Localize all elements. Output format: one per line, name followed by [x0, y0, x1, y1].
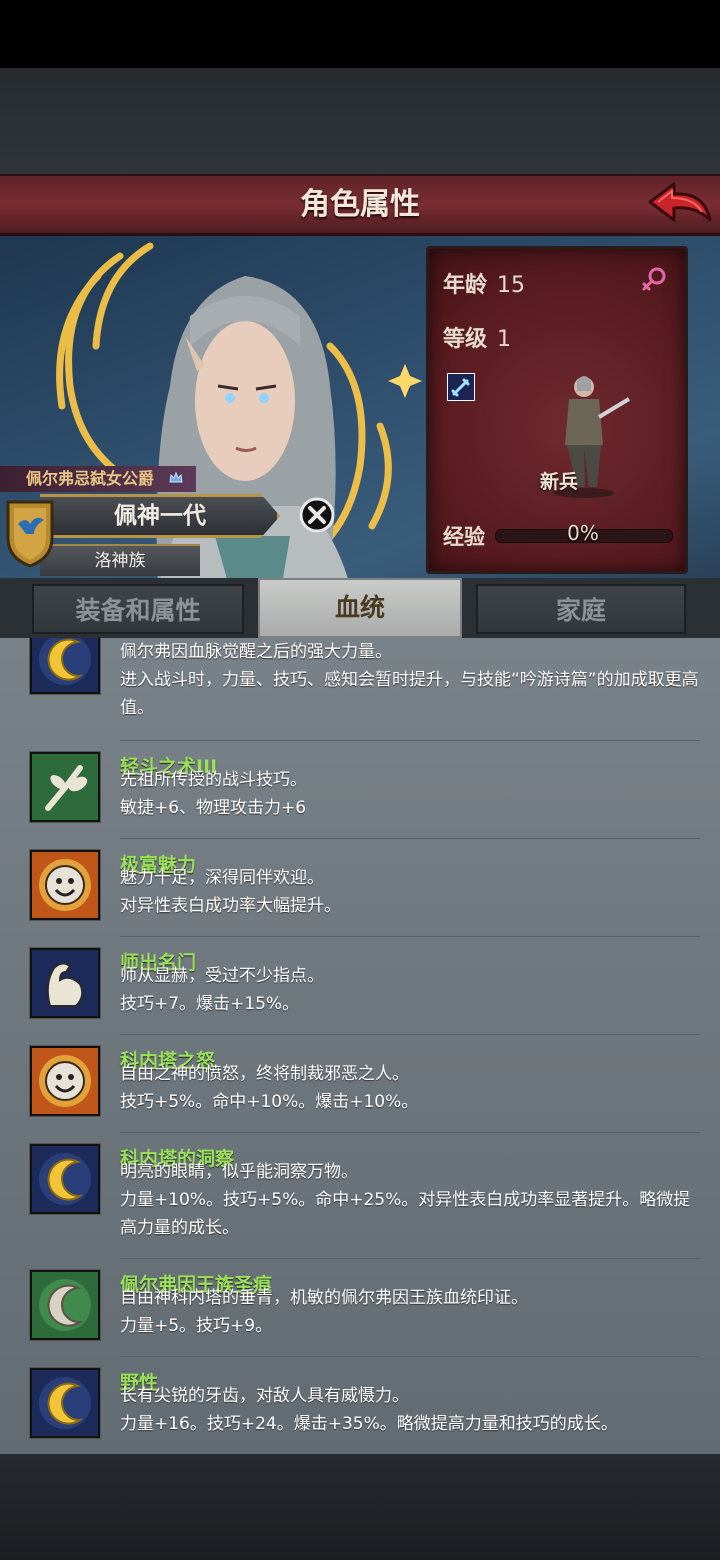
- flexed-arm-icon: [30, 948, 100, 1018]
- sword-class-icon: [447, 373, 475, 401]
- trait-description: 自由之神的愤怒，终将制裁邪恶之人。: [120, 1064, 409, 1084]
- status-bar: [0, 0, 720, 68]
- trait-description: 佩尔弗因血脉觉醒之后的强大力量。: [120, 642, 392, 662]
- crescent-moon-icon: [30, 638, 100, 694]
- white-crescent-icon: [30, 1270, 100, 1340]
- crescent-moon-icon: [30, 1368, 100, 1438]
- trait-divider: [120, 1258, 700, 1259]
- trait-description: 自由神科内塔的垂青，机敏的佩尔弗因王族血统印证。: [120, 1288, 528, 1308]
- trait-divider: [120, 1034, 700, 1035]
- stats-panel: 年龄 15 等级 1 新兵 经验 0%: [426, 246, 688, 574]
- trait-divider: [120, 838, 700, 839]
- level-label: 等级: [443, 327, 488, 352]
- trait-description: 先祖所传授的战斗技巧。: [120, 770, 307, 790]
- trait-divider: [120, 740, 700, 741]
- exp-label: 经验: [443, 525, 485, 549]
- level-value: 1: [497, 327, 512, 352]
- trait-divider: [120, 1132, 700, 1133]
- branch-icon: [30, 752, 100, 822]
- page-title: 角色属性: [300, 187, 420, 222]
- bird-shield-icon: [6, 500, 54, 568]
- header-bar: 角色属性: [0, 174, 720, 236]
- character-race: 洛神族: [94, 551, 146, 571]
- trait-effect: 力量+5。技巧+9。: [120, 1316, 273, 1336]
- bottom-background: [0, 1454, 720, 1560]
- trait-description: 长有尖锐的牙齿，对敌人具有威慑力。: [120, 1386, 409, 1406]
- trait-effect: 技巧+5%。命中+10%。爆击+10%。: [120, 1092, 419, 1112]
- smiley-face-icon: [30, 850, 100, 920]
- crescent-moon-icon: [30, 1144, 100, 1214]
- trait-description: 魅力十足，深得同伴欢迎。: [120, 868, 324, 888]
- character-title: 佩尔弗忌弑女公爵: [26, 469, 155, 488]
- crown-icon: [169, 471, 183, 483]
- top-background: [0, 68, 720, 174]
- tab-equipment[interactable]: 装备和属性: [32, 584, 244, 634]
- age-value: 15: [497, 273, 526, 298]
- trait-effect: 敏捷+6、物理攻击力+6: [120, 798, 307, 818]
- character-title-banner: 佩尔弗忌弑女公爵: [0, 466, 196, 492]
- age-row: 年龄 15: [443, 267, 525, 299]
- trait-effect: 力量+10%。技巧+5%。命中+25%。对异性表白成功率显著提升。略微提高力量的…: [120, 1190, 691, 1238]
- trait-effect: 力量+16。技巧+24。爆击+35%。略微提高力量和技巧的成长。: [120, 1414, 618, 1434]
- level-row: 等级 1: [443, 321, 511, 353]
- tab-family[interactable]: 家庭: [476, 584, 686, 634]
- class-label: 新兵: [539, 471, 578, 493]
- back-arrow-icon[interactable]: [644, 176, 716, 232]
- trait-divider: [120, 1356, 700, 1357]
- trait-divider: [120, 936, 700, 937]
- tab-bloodline[interactable]: 血统: [258, 578, 462, 638]
- tab-bar: 装备和属性 血统 家庭: [0, 578, 720, 638]
- female-gender-icon: [642, 267, 666, 291]
- smiley-face-icon: [30, 1046, 100, 1116]
- close-icon[interactable]: [298, 496, 336, 534]
- character-name: 佩神一代: [114, 503, 206, 529]
- trait-description: 师从显赫，受过不少指点。: [120, 966, 324, 986]
- trait-description: 明亮的眼睛，似乎能洞察万物。: [120, 1162, 358, 1182]
- trait-effect: 对异性表白成功率大幅提升。: [120, 896, 341, 916]
- trait-effect: 进入战斗时，力量、技巧、感知会暂时提升，与技能“吟游诗篇”的加成取更高值。: [120, 670, 699, 718]
- trait-effect: 技巧+7。爆击+15%。: [120, 994, 300, 1014]
- age-label: 年龄: [443, 273, 488, 298]
- exp-value: 0%: [567, 521, 599, 545]
- trait-list[interactable]: 佩尔弗因血脉觉醒之后的强大力量。进入战斗时，力量、技巧、感知会暂时提升，与技能“…: [0, 638, 720, 1454]
